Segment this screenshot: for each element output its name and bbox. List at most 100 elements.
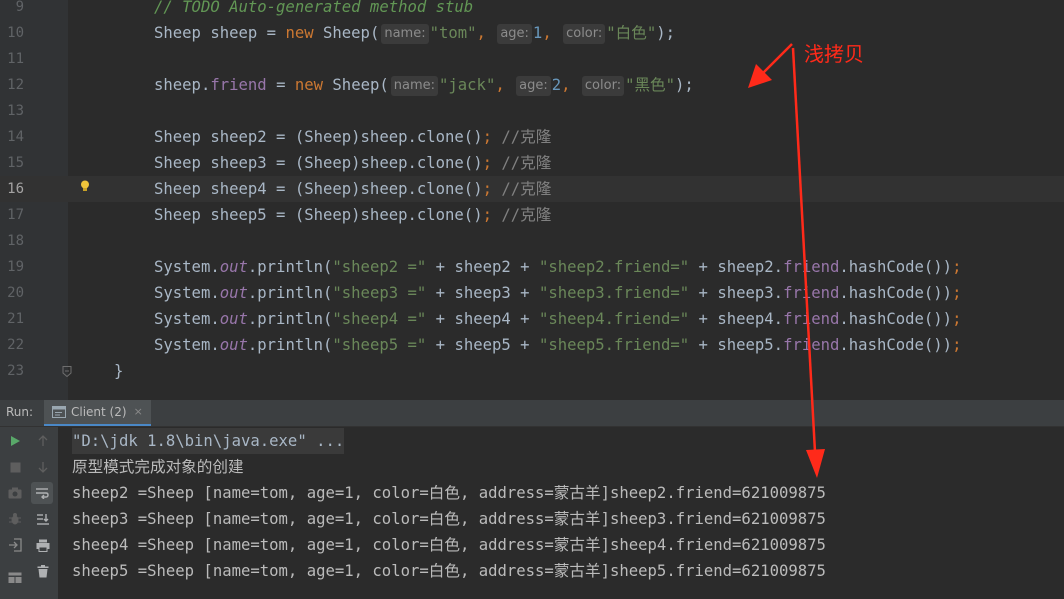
run-tab-label: Client (2) [71,405,127,419]
layout-button[interactable] [4,567,26,589]
code-line-10[interactable]: 10 Sheep sheep = new Sheep(name: "tom", a… [0,20,1064,46]
code-line-20[interactable]: 20 System.out.println("sheep3 =" + sheep… [0,280,1064,306]
code-token: sheep. [154,76,211,94]
string-literal: "白色" [606,24,657,42]
code-token: System. [154,284,220,302]
string-literal: "sheep3.friend=" [538,284,690,302]
console-line: sheep4 =Sheep [name=tom, age=1, color=白色… [72,536,826,554]
run-panel: "D:\jdk 1.8\bin\java.exe" ... 原型模式完成对象的创… [0,427,1064,599]
static-field-out: out [219,284,248,302]
console-line-command: "D:\jdk 1.8\bin\java.exe" ... [72,428,345,454]
code-token: Sheep sheep = [154,24,286,42]
line-number: 15 [7,155,24,171]
line-number: 16 [7,181,24,197]
code-token: + sheep4 + [426,310,539,328]
code-text: Sheep sheep5 = (Sheep)sheep.clone(); //克… [154,202,551,228]
up-arrow-icon [38,435,48,446]
number-literal: 1 [532,24,543,42]
fold-icon[interactable] [62,366,72,377]
debug-icon [9,513,21,525]
line-number: 10 [7,25,24,41]
string-literal: "tom" [429,24,477,42]
console-line: sheep5 =Sheep [name=tom, age=1, color=白色… [72,562,826,580]
scroll-down-button[interactable] [32,456,54,478]
code-token: .hashCode()) [839,336,953,354]
annotation-label: 浅拷贝 [804,42,864,66]
screenshot-button[interactable] [4,482,26,504]
screenshot-icon [8,487,22,499]
trash-icon [37,564,49,577]
exit-button[interactable] [4,534,26,556]
line-number: 20 [7,285,24,301]
comma: , [561,76,580,94]
line-number: 18 [7,233,24,249]
run-toolbar [0,427,58,599]
line-number: 11 [7,51,24,67]
clear-all-button[interactable] [32,560,54,582]
field-friend: friend [783,336,840,354]
code-text: Sheep sheep4 = (Sheep)sheep.clone(); //克… [154,176,551,202]
string-literal: "sheep2.friend=" [538,258,690,276]
code-text: System.out.println("sheep5 =" + sheep5 +… [154,332,961,358]
debug-button[interactable] [4,508,26,530]
code-line-15[interactable]: 15 Sheep sheep3 = (Sheep)sheep.clone(); … [0,150,1064,176]
code-line-17[interactable]: 17 Sheep sheep5 = (Sheep)sheep.clone(); … [0,202,1064,228]
soft-wrap-icon [36,488,49,499]
code-line-16-current[interactable]: 16 Sheep sheep4 = (Sheep)sheep.clone(); … [0,176,1064,202]
string-literal: "sheep4.friend=" [538,310,690,328]
line-comment: //克隆 [491,206,552,224]
code-line-11[interactable]: 11 [0,46,1064,72]
line-number: 17 [7,207,24,223]
static-field-out: out [219,258,248,276]
semicolon: ; [952,284,962,302]
string-literal: "jack" [439,76,496,94]
code-token: + sheep2 + [426,258,539,276]
code-token: .println( [247,310,333,328]
run-label: Run: [6,405,34,419]
number-literal: 2 [551,76,562,94]
line-number: 21 [7,311,24,327]
code-token: + sheep3 + [426,284,539,302]
keyword-new: new [285,24,314,42]
code-line-22[interactable]: 22 System.out.println("sheep5 =" + sheep… [0,332,1064,358]
code-line-13[interactable]: 13 [0,98,1064,124]
code-token: Sheep( [313,24,380,42]
code-token: + sheep2. [689,258,784,276]
soft-wrap-toggle[interactable] [31,482,53,504]
line-comment: //克隆 [491,154,552,172]
down-arrow-icon [38,462,48,473]
rerun-button[interactable] [4,430,26,452]
code-line-18[interactable]: 18 [0,228,1064,254]
line-number: 14 [7,129,24,145]
line-number: 13 [7,103,24,119]
code-line-23[interactable]: 23 } [0,358,1064,384]
field-friend: friend [783,310,840,328]
scroll-up-button[interactable] [32,430,54,452]
code-line-21[interactable]: 21 System.out.println("sheep4 =" + sheep… [0,306,1064,332]
code-text: System.out.println("sheep3 =" + sheep3 +… [154,280,961,306]
string-literal: "黑色" [625,76,676,94]
print-button[interactable] [32,534,54,556]
code-line-9[interactable]: 9 // TODO Auto-generated method stub [0,0,1064,20]
scroll-to-end-button[interactable] [32,508,54,530]
comma: , [476,24,496,42]
closing-brace: } [114,362,124,380]
stop-button[interactable] [4,456,26,478]
close-icon[interactable]: × [134,399,143,425]
run-tab-client[interactable]: Client (2) × [44,400,151,426]
rerun-icon [11,436,20,446]
code-token: Sheep sheep5 = (Sheep)sheep.clone() [154,206,483,224]
semicolon: ; [482,128,492,146]
code-token: .println( [247,258,333,276]
code-line-19[interactable]: 19 System.out.println("sheep2 =" + sheep… [0,254,1064,280]
code-token: .hashCode()) [839,310,953,328]
code-line-14[interactable]: 14 Sheep sheep2 = (Sheep)sheep.clone(); … [0,124,1064,150]
line-number: 9 [15,0,24,15]
lightbulb-icon[interactable] [80,180,90,192]
console-line: sheep2 =Sheep [name=tom, age=1, color=白色… [72,484,826,502]
param-hint-color: color: [581,76,625,96]
code-line-12[interactable]: 12 sheep.friend = new Sheep(name: "jack",… [0,72,1064,98]
scroll-to-end-icon [37,514,49,525]
param-hint-age: age: [497,24,532,44]
code-editor[interactable]: 9 // TODO Auto-generated method stub 10 … [0,0,1064,400]
